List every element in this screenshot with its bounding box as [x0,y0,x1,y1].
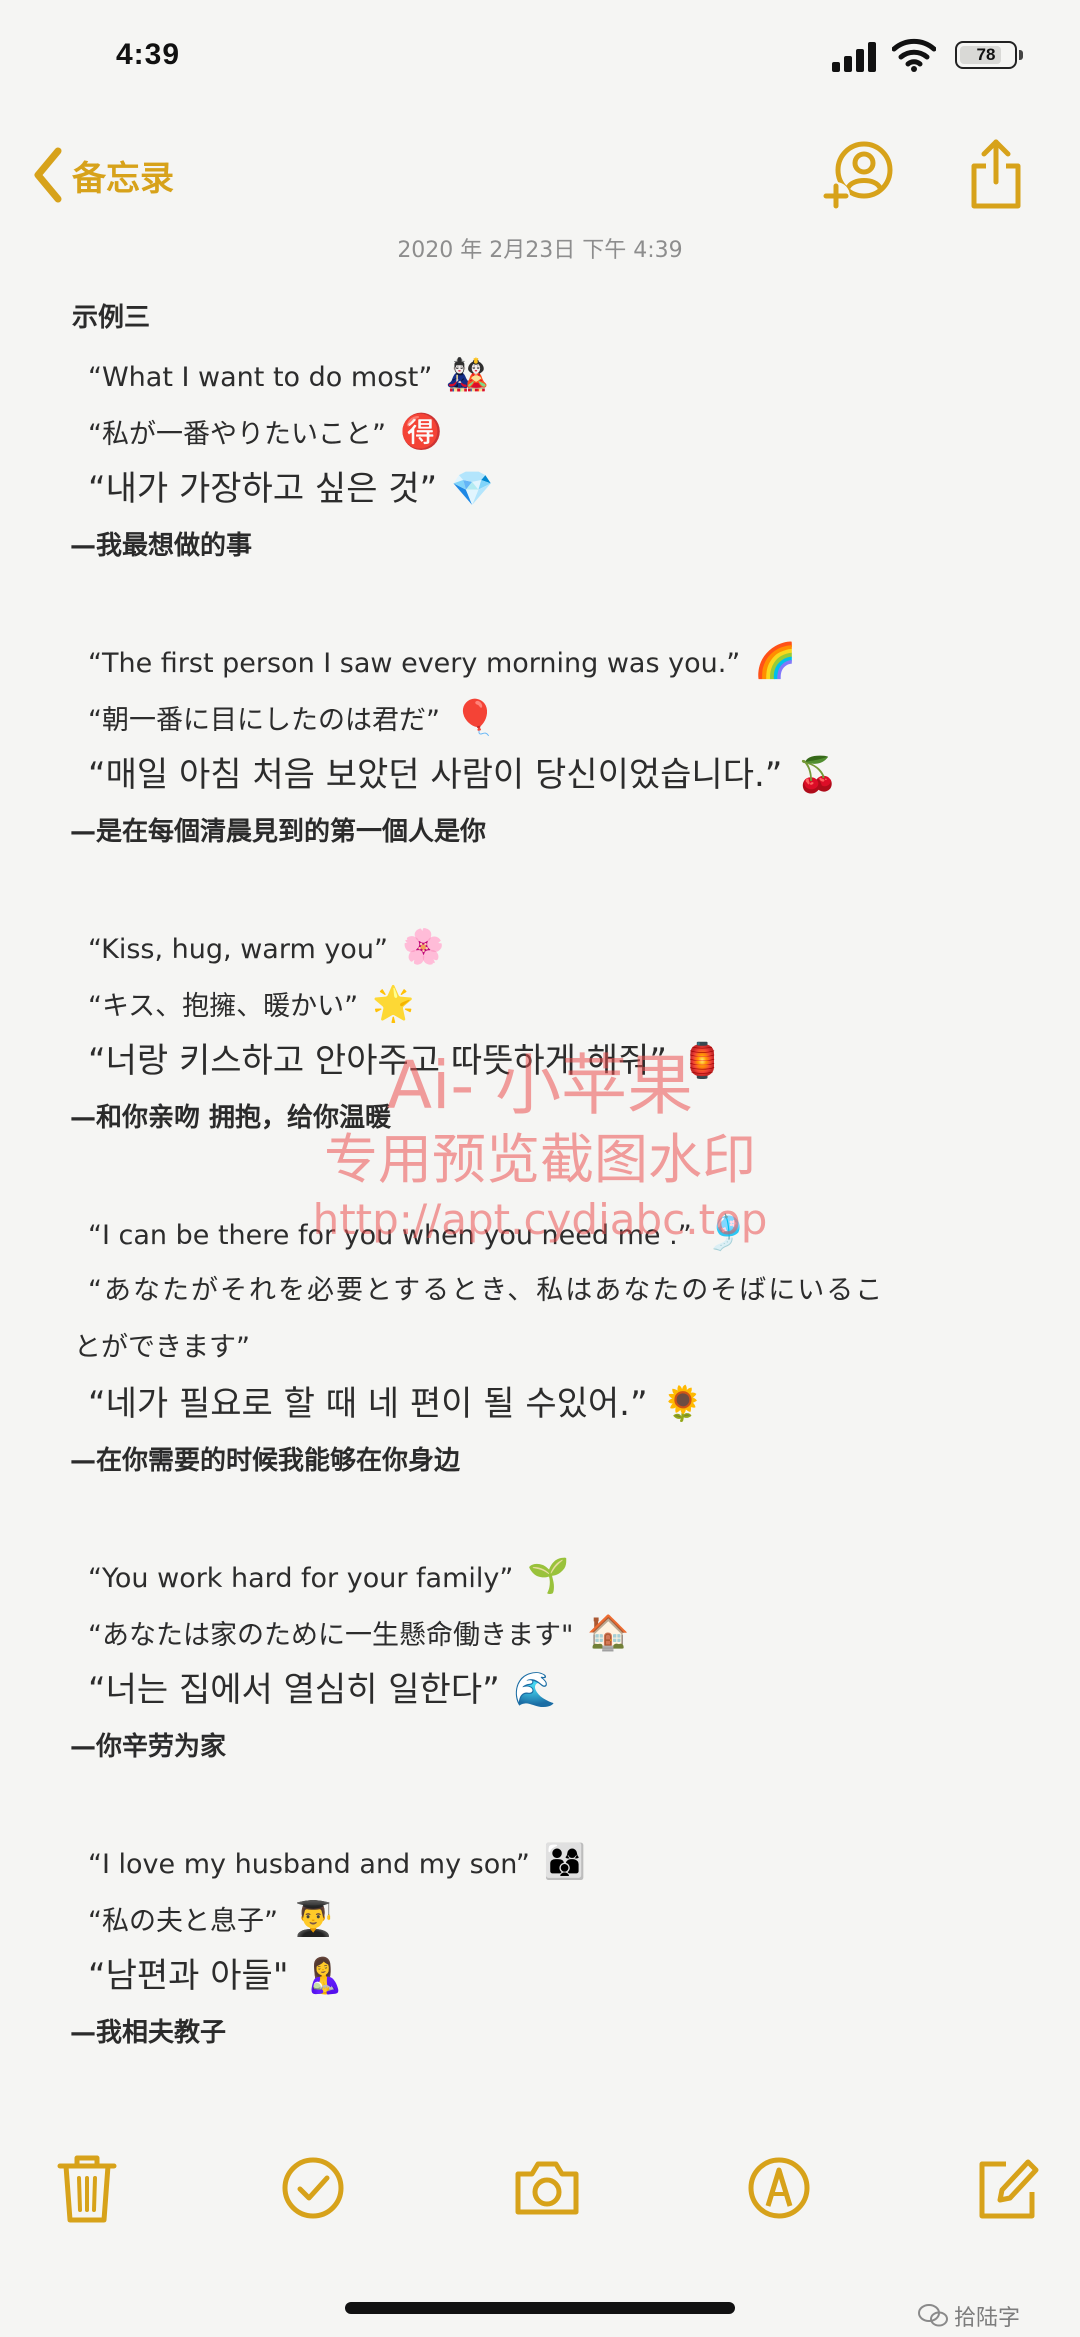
korean-line: “너랑 키스하고 안아주고 따뜻하게 해줘” 🏮 [70,1033,1030,1090]
chinese-line: —你辛劳为家 [70,1719,1030,1776]
chinese-line-text: —你辛劳为家 [70,1732,227,1762]
wechat-account-label: 拾陆字 [918,2300,1020,2332]
emoji-icon: 🎈 [453,698,497,738]
emoji-icon: 🎐 [705,1213,749,1253]
camera-icon[interactable] [512,2150,582,2226]
english-line-text: “I love my husband and my son” [88,1849,530,1880]
english-line-text: “You work hard for your family” [88,1563,514,1594]
markup-pen-icon[interactable] [744,2150,814,2226]
japanese-line-text: “あなたは家のために一生懸命働きます" [88,1620,574,1651]
english-line: “Kiss, hug, warm you” 🌸 [70,919,1030,976]
chinese-line: —我相夫教子 [70,2005,1030,2062]
cellular-signal-icon [832,42,876,72]
emoji-icon: 🌟 [372,984,415,1024]
japanese-line-text: “キス、抱擁、暖かい” [88,991,359,1022]
checklist-icon[interactable] [278,2150,348,2226]
japanese-line-continued-text: とができます” [74,1332,250,1363]
japanese-line: “あなたがそれを必要とするとき、私はあなたのそばにいるこ [70,1262,1030,1319]
chinese-line: —是在每個清晨見到的第一個人是你 [70,804,1030,861]
korean-line-text: “남편과 아들" [88,1956,289,1996]
emoji-icon: 🌻 [661,1384,704,1424]
battery-indicator: 78 [955,41,1025,73]
chinese-line-text: —我最想做的事 [70,531,253,561]
status-bar: 4:39 78 [0,0,1080,120]
japanese-line: “あなたは家のために一生懸命働きます" 🏠 [70,1605,1030,1662]
english-line: “You work hard for your family” 🌱 [70,1548,1030,1605]
korean-line: “너는 집에서 열심히 일한다” 🌊 [70,1662,1030,1719]
chinese-line-text: —我相夫教子 [70,2018,227,2048]
korean-line-text: “매일 아침 처음 보았던 사람이 당신이었습니다.” [88,755,783,795]
add-person-icon[interactable] [820,138,896,214]
emoji-icon: 🎎 [446,355,489,395]
japanese-line-text: “私が一番やりたいこと” [88,419,386,450]
back-button[interactable]: 备忘录 [30,140,174,210]
emoji-icon: 🏮 [680,1041,724,1081]
japanese-line: “私の夫と息子” 👨‍🎓 [70,1891,1030,1948]
english-line-text: “The first person I saw every morning wa… [88,648,741,679]
note-groups: “What I want to do most” 🎎 “私が一番やりたいこと” 🉐 “내… [70,347,1030,2062]
nav-bar: 备忘录 [0,120,1080,230]
note-date: 2020 年 2月23日 下午 4:39 [397,238,683,263]
japanese-line: “朝一番に目にしたのは君だ” 🎈 [70,690,1030,747]
chinese-line-text: —是在每個清晨見到的第一個人是你 [70,817,487,847]
emoji-icon: 🏠 [587,1613,630,1653]
korean-line-text: “너랑 키스하고 안아주고 따뜻하게 해줘” [88,1041,667,1081]
emoji-icon: 🌊 [513,1670,557,1710]
share-icon[interactable] [966,136,1026,212]
korean-line-text: “네가 필요로 할 때 네 편이 될 수있어.” [88,1384,648,1424]
japanese-line-text: “あなたがそれを必要とするとき、私はあなたのそばにいるこ [88,1275,885,1306]
emoji-icon: 👨‍👩‍👦 [543,1842,587,1882]
home-indicator[interactable] [345,2302,735,2314]
chinese-line: —我最想做的事 [70,518,1030,575]
chinese-line-text: —在你需要的时候我能够在你身边 [70,1446,461,1476]
note-body[interactable]: 示例三 “What I want to do most” 🎎 “私が一番やりたいこと… [70,290,1030,2062]
bottom-toolbar [0,2150,1080,2240]
emoji-icon: 🍒 [796,755,839,795]
english-line: “I love my husband and my son” 👨‍👩‍👦 [70,1834,1030,1891]
compose-icon[interactable] [972,2150,1042,2226]
english-line: “I can be there for you when you need me… [70,1205,1030,1262]
korean-line: “내가 가장하고 싶은 것” 💎 [70,461,1030,518]
korean-line: “네가 필요로 할 때 네 편이 될 수있어.” 🌻 [70,1376,1030,1433]
korean-line-text: “내가 가장하고 싶은 것” [88,469,438,509]
chinese-line: —在你需要的时候我能够在你身边 [70,1433,1030,1490]
japanese-line: “キス、抱擁、暖かい” 🌟 [70,976,1030,1033]
note-title: 示例三 [72,303,151,333]
chevron-left-icon [34,147,62,203]
trash-icon[interactable] [52,2150,122,2226]
emoji-icon: 🌸 [401,927,445,967]
wifi-icon [892,38,936,72]
english-line: “The first person I saw every morning wa… [70,633,1030,690]
korean-line-text: “너는 집에서 열심히 일한다” [88,1670,500,1710]
battery-level: 78 [976,45,996,64]
english-line-text: “Kiss, hug, warm you” [88,934,388,965]
japanese-line-continued: とができます” [70,1319,1030,1376]
korean-line: “매일 아침 처음 보았던 사람이 당신이었습니다.” 🍒 [70,747,1030,804]
back-label: 备忘录 [72,158,174,199]
wechat-icon [918,2304,948,2327]
japanese-line-text: “朝一番に目にしたのは君だ” [88,705,440,736]
english-line-text: “I can be there for you when you need me… [88,1220,692,1251]
english-line: “What I want to do most” 🎎 [70,347,1030,404]
battery-icon: 78 [955,41,1017,69]
emoji-icon: 🌱 [527,1556,570,1596]
chinese-line: —和你亲吻 拥抱，给你温暖 [70,1090,1030,1147]
emoji-icon: 💎 [451,469,494,509]
wechat-account-name: 拾陆字 [954,2306,1021,2331]
japanese-line: “私が一番やりたいこと” 🉐 [70,404,1030,461]
chinese-line-text: —和你亲吻 拥抱，给你温暖 [70,1103,392,1133]
english-line-text: “What I want to do most” [88,362,433,393]
korean-line: “남편과 아들" 🤱 [70,1948,1030,2005]
emoji-icon: 👨‍🎓 [291,1899,335,1939]
emoji-icon: 🤱 [302,1956,345,1996]
status-time: 4:39 [116,38,181,71]
emoji-icon: 🌈 [754,641,797,681]
emoji-icon: 🉐 [399,412,443,452]
japanese-line-text: “私の夫と息子” [88,1906,278,1937]
